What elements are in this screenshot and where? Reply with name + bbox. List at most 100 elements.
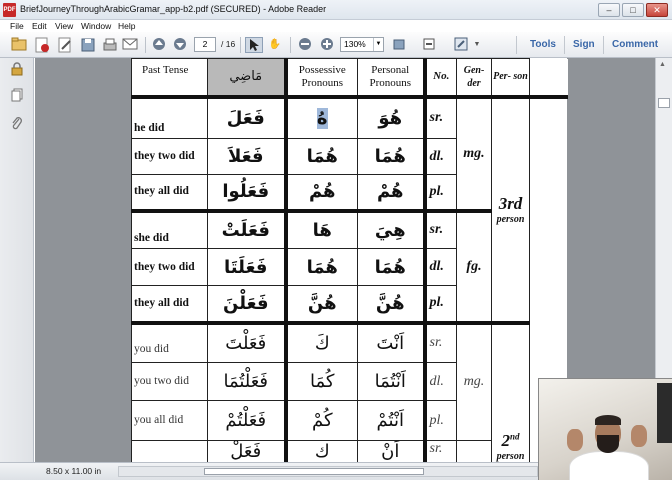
zoom-out-icon[interactable] (296, 37, 314, 53)
row-verb: فَعَلْتُمْ (207, 400, 286, 441)
row-personal: اَنْتَ (357, 320, 425, 363)
menu-edit[interactable]: Edit (32, 20, 47, 32)
lock-icon[interactable] (9, 62, 25, 78)
header-number: No. (422, 58, 457, 97)
comment-link[interactable]: Comment (612, 39, 658, 50)
row-possessive: هُمَا (283, 138, 358, 175)
previous-page-icon[interactable] (150, 37, 168, 53)
menu-view[interactable]: View (55, 20, 73, 32)
row-personal: هُنَّ (357, 285, 425, 323)
header-person: Per- son (491, 58, 530, 97)
chevron-down-icon[interactable]: ▼ (472, 37, 482, 53)
read-mode-icon[interactable] (390, 37, 408, 53)
row-english: you two did (131, 362, 208, 401)
row-number: pl. (422, 174, 457, 211)
menu-bar: File Edit View Window Help (0, 20, 672, 32)
gender-masculine: mg. (456, 94, 492, 211)
row-english: you all did (131, 400, 208, 441)
person-second-label: 2 (501, 431, 510, 450)
person-third: 3rd person (491, 94, 530, 323)
scrollbar-thumb[interactable] (204, 468, 424, 475)
toolbar-separator (290, 37, 291, 53)
table-row: he did فَعَلَ هُ هُوَ sr. mg. 3rd person (131, 94, 568, 323)
row-verb: فَعَلَتَا (207, 248, 286, 286)
person-second: 2nd person (491, 320, 530, 462)
attachment-icon[interactable] (9, 116, 25, 132)
next-page-icon[interactable] (171, 37, 189, 53)
zoom-value: 130% (344, 39, 366, 49)
page-number-input[interactable]: 2 (194, 37, 216, 52)
navigation-panel (0, 58, 34, 462)
row-number: sr. (422, 320, 457, 363)
menu-help[interactable]: Help (118, 20, 135, 32)
chevron-down-icon[interactable]: ▼ (373, 38, 383, 51)
save-icon[interactable] (79, 37, 97, 53)
hand-tool-icon[interactable]: ✋ (266, 37, 284, 53)
row-number: sr. (422, 94, 457, 139)
window-title: BriefJourneyThroughArabicGramar_app-b2.p… (20, 4, 327, 14)
close-button[interactable]: ✕ (646, 3, 668, 17)
row-english: they two did (131, 138, 208, 175)
create-pdf-icon[interactable] (33, 37, 51, 53)
select-tool-icon[interactable] (245, 37, 263, 53)
menu-window[interactable]: Window (81, 20, 111, 32)
row-personal: اَنْتُمَا (357, 362, 425, 401)
full-screen-icon[interactable] (452, 37, 470, 53)
presenter-hand (631, 425, 647, 447)
selected-text[interactable]: هُ (316, 107, 328, 129)
header-past-tense: Past Tense (131, 58, 208, 97)
title-bar: PDF BriefJourneyThroughArabicGramar_app-… (0, 0, 672, 20)
row-number: sr. (422, 440, 457, 462)
email-icon[interactable] (121, 37, 139, 53)
gender-masculine-second: mg. (456, 320, 492, 441)
row-possessive: هُمْ (283, 174, 358, 211)
sign-link[interactable]: Sign (573, 39, 595, 50)
minimize-button[interactable]: – (598, 3, 620, 17)
grammar-table: Past Tense مَاضِي Possessive Pronouns Pe… (131, 58, 568, 462)
menu-file[interactable]: File (10, 20, 24, 32)
header-personal: Personal Pronouns (357, 58, 425, 97)
presenter-hand (567, 429, 583, 451)
toolbar-separator (240, 37, 241, 53)
maximize-button[interactable]: □ (622, 3, 644, 17)
row-verb: فَعَلْتَ (207, 320, 286, 363)
open-icon[interactable] (10, 37, 28, 53)
pages-icon[interactable] (9, 88, 25, 104)
scroll-up-icon[interactable]: ▲ (659, 61, 666, 68)
row-english: they two did (131, 248, 208, 286)
row-english: you did (131, 320, 208, 363)
row-personal: هُمَا (357, 138, 425, 175)
page-count: / 16 (221, 39, 236, 49)
page-fit-icon[interactable] (420, 37, 438, 53)
row-verb: فَعَلَ (207, 94, 286, 139)
row-verb: فَعَلاَ (207, 138, 286, 175)
horizontal-scrollbar[interactable] (118, 466, 538, 477)
scrollbar-thumb[interactable] (658, 98, 670, 108)
row-verb: فَعَلُوا (207, 174, 286, 211)
row-verb: فَعَلْنَ (207, 285, 286, 323)
row-personal: هُوَ (357, 94, 425, 139)
tools-link[interactable]: Tools (530, 39, 556, 50)
row-possessive: هَا (283, 208, 358, 249)
row-english (131, 440, 208, 462)
row-possessive: كَ (283, 320, 358, 363)
header-past-tense-arabic: مَاضِي (207, 58, 286, 97)
pdf-icon: PDF (3, 3, 16, 17)
zoom-select[interactable]: 130% ▼ (340, 37, 384, 52)
edit-icon[interactable] (56, 37, 74, 53)
table-row: you did فَعَلْتَ كَ اَنْتَ sr. mg. 2nd p… (131, 320, 568, 462)
row-possessive: هُنَّ (283, 285, 358, 323)
person-second-sub: person (496, 451, 525, 462)
toolbar-separator (603, 36, 604, 54)
print-icon[interactable] (101, 37, 119, 53)
row-possessive: كُمَا (283, 362, 358, 401)
header-row: Past Tense مَاضِي Possessive Pronouns Pe… (131, 58, 568, 97)
row-english: she did (131, 208, 208, 249)
row-number: dl. (422, 138, 457, 175)
row-personal: هُمْ (357, 174, 425, 211)
row-possessive: هُ (283, 94, 358, 139)
row-number: dl. (422, 248, 457, 286)
presenter-body (569, 451, 649, 480)
zoom-in-icon[interactable] (318, 37, 336, 53)
page-size: 8.50 x 11.00 in (46, 466, 102, 476)
